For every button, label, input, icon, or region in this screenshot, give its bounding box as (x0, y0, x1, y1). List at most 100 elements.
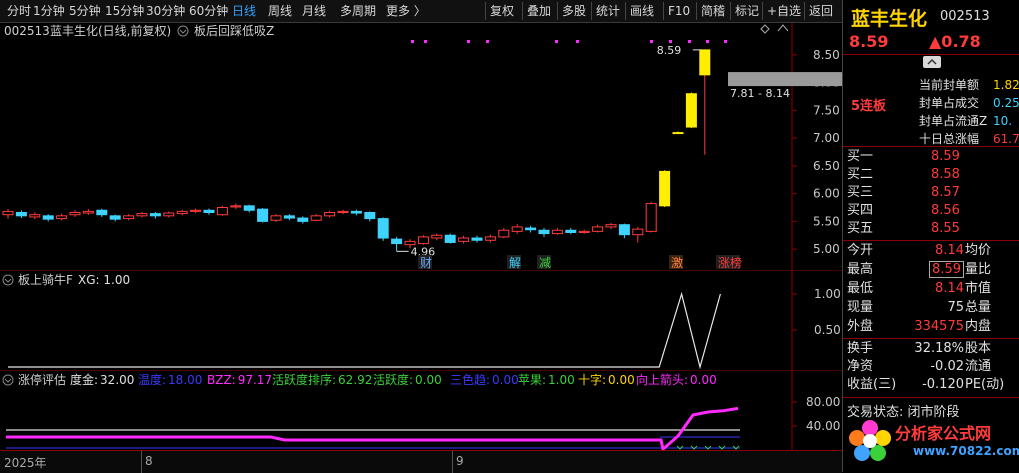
toolbar-button-9[interactable]: 返回 (809, 3, 833, 19)
candle[interactable] (2, 210, 14, 216)
candle[interactable] (391, 238, 403, 245)
candle[interactable] (56, 215, 68, 220)
order-price: 8.59 (931, 149, 960, 164)
candle[interactable] (444, 234, 456, 243)
indicator-pane-xg[interactable]: 板上骑牛F XG: 1.00 1.00 0.50 (0, 270, 842, 370)
candle[interactable] (243, 205, 255, 211)
candle[interactable] (190, 209, 202, 212)
toolbar-button-0[interactable]: 复权 (490, 3, 514, 19)
period-tab-9[interactable]: 多周期 (340, 3, 376, 19)
candle[interactable] (69, 211, 81, 216)
candle[interactable] (551, 229, 563, 235)
candle[interactable] (498, 229, 510, 238)
indicator-pane-limit-eval[interactable]: 涨停评估 度金: 32.00 温度: 18.00 BZZ: 97.17 活跃度排序: 62.92… (0, 370, 842, 450)
diamond-icon[interactable] (760, 24, 770, 34)
price-axis-label: 5.50 (813, 214, 840, 228)
period-tab-7[interactable]: 周线 (268, 3, 292, 19)
candle[interactable] (337, 210, 349, 213)
pane-settings-icon[interactable] (2, 374, 14, 386)
candle[interactable] (645, 203, 657, 232)
order-book-row[interactable]: 买一 8.59 (843, 148, 1019, 166)
pane-settings-icon[interactable] (2, 274, 14, 286)
candle[interactable] (230, 205, 242, 208)
order-book-row[interactable]: 买五 8.55 (843, 220, 1019, 238)
candle[interactable] (216, 207, 228, 216)
candle[interactable] (123, 215, 135, 220)
candle[interactable] (484, 236, 496, 241)
candle[interactable] (538, 229, 550, 235)
period-tab-3[interactable]: 15分钟 (105, 3, 144, 19)
candle[interactable] (136, 213, 148, 217)
toolbar-button-1[interactable]: 叠加 (527, 3, 551, 19)
period-tab-6[interactable]: 日线 (232, 3, 256, 19)
stat-right-label: 总量 (965, 300, 992, 315)
toolbar-button-4[interactable]: 画线 (630, 3, 654, 19)
candle[interactable] (283, 215, 295, 219)
candle[interactable] (15, 211, 27, 217)
pane3-field: 十字: 0.00 (578, 372, 635, 387)
toolbar-button-8[interactable]: +自选 (767, 3, 801, 19)
indicator-settings-icon[interactable] (177, 25, 189, 37)
price-change: ▲0.78 (929, 32, 981, 51)
pane3-field: 向上箭头: 0.00 (636, 372, 717, 387)
candle[interactable] (672, 132, 684, 135)
collapse-icon[interactable] (923, 56, 941, 68)
candle[interactable] (632, 228, 644, 236)
candle[interactable] (511, 226, 523, 232)
stat-label: 现量 (847, 300, 874, 315)
candle[interactable] (565, 229, 577, 233)
stat-right-label: 内盘 (965, 319, 992, 334)
toolbar-button-3[interactable]: 统计 (596, 3, 620, 19)
order-book-row[interactable]: 买二 8.58 (843, 166, 1019, 184)
candle[interactable] (310, 215, 322, 221)
candle[interactable] (578, 230, 590, 233)
candle[interactable] (471, 237, 483, 241)
signal-dot (688, 40, 691, 43)
period-tab-4[interactable]: 30分钟 (146, 3, 185, 19)
candle[interactable] (350, 210, 362, 214)
candle[interactable] (42, 215, 54, 220)
candle[interactable] (203, 209, 215, 213)
period-tab-10[interactable]: 更多 〉 (386, 3, 426, 19)
candle[interactable] (163, 212, 175, 217)
candle[interactable] (109, 215, 121, 220)
candlestick-chart[interactable]: 002513蓝丰生化(日线,前复权)板后回踩低吸Z8.508.007.507.0… (0, 23, 842, 270)
candle[interactable] (377, 218, 389, 239)
toolbar-button-2[interactable]: 多股 (562, 3, 586, 19)
candle[interactable] (404, 240, 416, 246)
expand-icon[interactable] (777, 24, 789, 32)
candle[interactable] (605, 224, 617, 228)
candle[interactable] (618, 224, 630, 236)
candle[interactable] (82, 210, 94, 214)
candle[interactable] (297, 217, 309, 222)
candle[interactable] (685, 93, 697, 128)
candle[interactable] (364, 211, 376, 220)
candle[interactable] (257, 208, 269, 222)
candle[interactable] (525, 227, 537, 231)
candle[interactable] (659, 170, 671, 207)
period-tab-2[interactable]: 5分钟 (69, 3, 101, 19)
period-tab-0[interactable]: 分时 (7, 3, 31, 19)
toolbar-button-7[interactable]: 标记 (735, 3, 759, 19)
toolbar-button-6[interactable]: 简稽 (701, 3, 725, 19)
candle[interactable] (699, 49, 711, 76)
period-tab-1[interactable]: 1分钟 (33, 3, 65, 19)
candle[interactable] (270, 215, 282, 221)
candle[interactable] (592, 226, 604, 232)
pane3-field: 苹果: 1.00 (518, 373, 575, 387)
candle[interactable] (29, 214, 41, 218)
seal-label: 封单占成交 (919, 96, 980, 110)
candle[interactable] (176, 210, 188, 215)
candle[interactable] (149, 213, 161, 217)
candle[interactable] (96, 209, 108, 216)
candle[interactable] (431, 234, 443, 239)
signal-dot (576, 40, 579, 43)
period-tab-8[interactable]: 月线 (302, 3, 326, 19)
period-tab-5[interactable]: 60分钟 (189, 3, 228, 19)
candle[interactable] (324, 211, 336, 217)
order-book-row[interactable]: 买三 8.57 (843, 184, 1019, 202)
order-book-row[interactable]: 买四 8.56 (843, 202, 1019, 220)
toolbar-button-5[interactable]: F10 (668, 3, 690, 19)
candle[interactable] (417, 236, 429, 245)
candle[interactable] (458, 237, 470, 242)
